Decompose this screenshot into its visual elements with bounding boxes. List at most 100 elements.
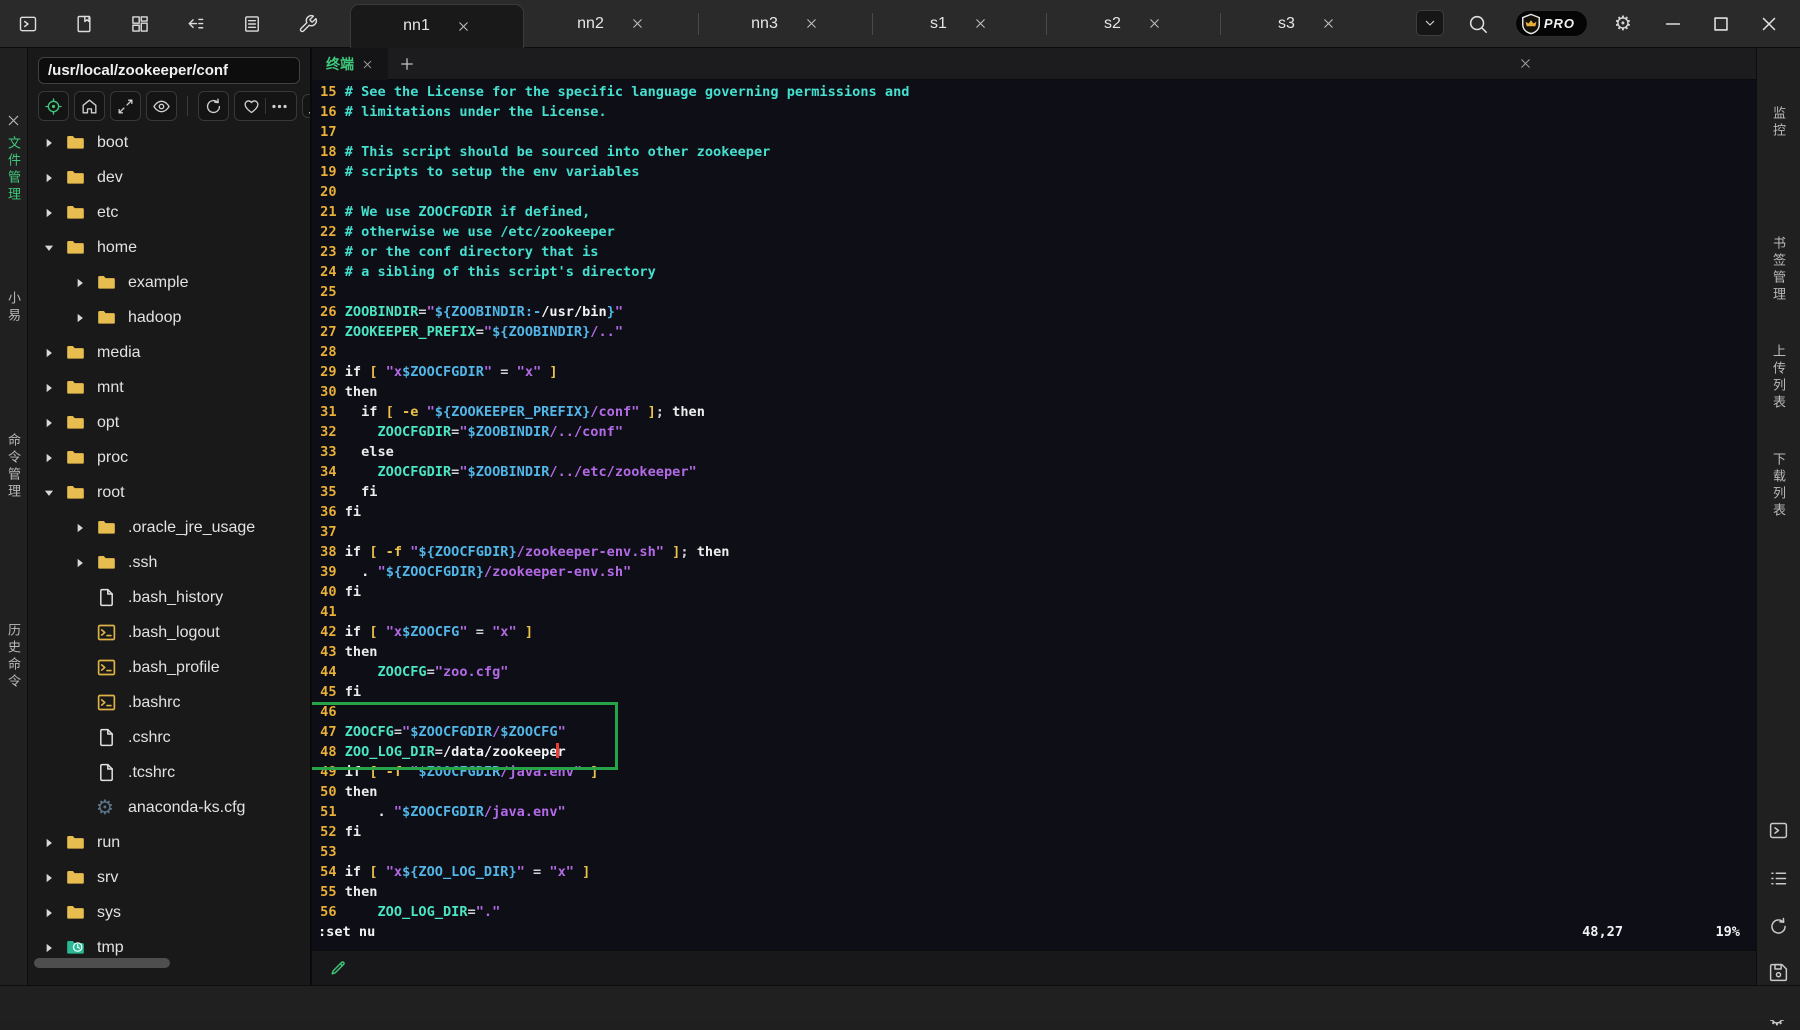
tree-item-mnt[interactable]: mnt xyxy=(28,370,310,405)
terminal-icon[interactable] xyxy=(14,10,42,38)
save-icon[interactable] xyxy=(1768,962,1789,983)
terminal-icon[interactable] xyxy=(1768,820,1789,841)
chevron-collapsed-icon[interactable] xyxy=(73,556,87,570)
search-icon[interactable] xyxy=(1467,13,1489,35)
wrench-icon[interactable] xyxy=(294,10,322,38)
chevron-collapsed-icon[interactable] xyxy=(73,311,87,325)
branch-icon[interactable] xyxy=(182,10,210,38)
tree-item-srv[interactable]: srv xyxy=(28,860,310,895)
path-input[interactable]: /usr/local/zookeeper/conf xyxy=(38,57,300,84)
right-rail-tab-上传列表[interactable]: 上传列表 xyxy=(1769,344,1788,412)
bookmark-icon[interactable] xyxy=(70,10,98,38)
close-tab-icon[interactable] xyxy=(630,16,645,31)
eye-icon[interactable] xyxy=(152,97,171,116)
close-tab-icon[interactable] xyxy=(1321,16,1336,31)
layout-icon[interactable] xyxy=(126,10,154,38)
chevron-collapsed-icon[interactable] xyxy=(42,871,56,885)
tree-item-hadoop[interactable]: hadoop xyxy=(28,300,310,335)
tree-item-example[interactable]: example xyxy=(28,265,310,300)
tree-item-sys[interactable]: sys xyxy=(28,895,310,930)
terminal-panel-close-icon[interactable] xyxy=(1518,56,1533,71)
session-tab-s2[interactable]: s2 xyxy=(1046,0,1220,48)
more-icon[interactable] xyxy=(270,97,289,116)
list-icon[interactable] xyxy=(1768,868,1789,889)
panel-close-icon[interactable] xyxy=(5,112,22,129)
locate-icon-button[interactable] xyxy=(38,91,69,121)
home-icon-button[interactable] xyxy=(74,91,105,121)
close-tab-icon[interactable] xyxy=(973,16,988,31)
chevron-collapsed-icon[interactable] xyxy=(42,836,56,850)
tree-item-.bashrc[interactable]: .bashrc xyxy=(28,685,310,720)
chevron-collapsed-icon[interactable] xyxy=(73,276,87,290)
minimize-icon[interactable] xyxy=(1662,13,1684,35)
new-terminal-icon[interactable] xyxy=(398,55,416,73)
close-tab-icon[interactable] xyxy=(1147,16,1162,31)
close-tab-icon[interactable] xyxy=(804,16,819,31)
home-icon[interactable] xyxy=(80,97,99,116)
chevron-expanded-icon[interactable] xyxy=(42,486,56,500)
tree-item-.oracle_jre_usage[interactable]: .oracle_jre_usage xyxy=(28,510,310,545)
chevron-collapsed-icon[interactable] xyxy=(42,171,56,185)
tree-item-.tcshrc[interactable]: .tcshrc xyxy=(28,755,310,790)
terminal-tab[interactable]: 终端 xyxy=(312,48,388,80)
chevron-collapsed-icon[interactable] xyxy=(42,206,56,220)
left-rail-tab-文件管理[interactable]: 文件管理 xyxy=(4,136,23,204)
session-tab-nn1[interactable]: nn1 xyxy=(350,4,524,48)
heart-icon[interactable] xyxy=(242,97,261,116)
session-tab-s3[interactable]: s3 xyxy=(1220,0,1394,48)
settings-icon[interactable]: ⚙ xyxy=(1614,13,1636,35)
chevron-collapsed-icon[interactable] xyxy=(73,521,87,535)
right-rail-tab-书签管理[interactable]: 书签管理 xyxy=(1769,236,1788,304)
tree-item-anaconda-ks.cfg[interactable]: ⚙anaconda-ks.cfg xyxy=(28,790,310,825)
horizontal-scrollbar[interactable] xyxy=(28,956,310,970)
tree-item-.bash_logout[interactable]: .bash_logout xyxy=(28,615,310,650)
chevron-collapsed-icon[interactable] xyxy=(42,451,56,465)
right-rail-tab-监控[interactable]: 监控 xyxy=(1769,106,1788,140)
tree-item-media[interactable]: media xyxy=(28,335,310,370)
locate-icon[interactable] xyxy=(44,97,63,116)
close-tab-icon[interactable] xyxy=(456,19,471,34)
tree-item-proc[interactable]: proc xyxy=(28,440,310,475)
tree-item-run[interactable]: run xyxy=(28,825,310,860)
chevron-collapsed-icon[interactable] xyxy=(42,346,56,360)
session-tab-nn3[interactable]: nn3 xyxy=(698,0,872,48)
terminal-tab-close-icon[interactable] xyxy=(361,58,374,71)
left-rail-tab-历史命令[interactable]: 历史命令 xyxy=(4,623,23,691)
tab-overflow-button[interactable] xyxy=(1416,10,1444,36)
chevron-expanded-icon[interactable] xyxy=(42,241,56,255)
server-icon[interactable] xyxy=(238,10,266,38)
tree-item-.cshrc[interactable]: .cshrc xyxy=(28,720,310,755)
session-tab-nn2[interactable]: nn2 xyxy=(524,0,698,48)
chevron-collapsed-icon[interactable] xyxy=(42,416,56,430)
pro-badge[interactable]: PRO xyxy=(1515,10,1588,37)
refresh-icon-button[interactable] xyxy=(198,91,229,121)
vim-editor[interactable]: 15 # See the License for the specific la… xyxy=(312,80,1756,950)
resize-icon[interactable] xyxy=(116,97,135,116)
left-rail-tab-小易[interactable]: 小易 xyxy=(4,291,23,325)
tree-item-boot[interactable]: boot xyxy=(28,125,310,160)
scrollbar-thumb[interactable] xyxy=(34,958,170,968)
tree-item-opt[interactable]: opt xyxy=(28,405,310,440)
chevron-collapsed-icon[interactable] xyxy=(42,136,56,150)
refresh-icon[interactable] xyxy=(1768,916,1789,937)
refresh-icon[interactable] xyxy=(204,97,223,116)
tree-item-root[interactable]: root xyxy=(28,475,310,510)
tree-item-dev[interactable]: dev xyxy=(28,160,310,195)
tree-item-home[interactable]: home xyxy=(28,230,310,265)
session-tab-s1[interactable]: s1 xyxy=(872,0,1046,48)
close-window-icon[interactable] xyxy=(1758,13,1780,35)
chevron-collapsed-icon[interactable] xyxy=(42,381,56,395)
tree-item-.ssh[interactable]: .ssh xyxy=(28,545,310,580)
chevron-collapsed-icon[interactable] xyxy=(42,941,56,955)
tree-item-etc[interactable]: etc xyxy=(28,195,310,230)
chevron-collapsed-icon[interactable] xyxy=(42,906,56,920)
left-rail-tab-命令管理[interactable]: 命令管理 xyxy=(4,433,23,501)
heart-icon-button[interactable] xyxy=(234,91,297,121)
resize-icon-button[interactable] xyxy=(110,91,141,121)
right-rail-tab-下载列表[interactable]: 下载列表 xyxy=(1769,452,1788,520)
maximize-icon[interactable] xyxy=(1710,13,1732,35)
pen-icon[interactable] xyxy=(328,958,348,978)
tree-item-.bash_profile[interactable]: .bash_profile xyxy=(28,650,310,685)
tree-item-.bash_history[interactable]: .bash_history xyxy=(28,580,310,615)
eye-icon-button[interactable] xyxy=(146,91,177,121)
